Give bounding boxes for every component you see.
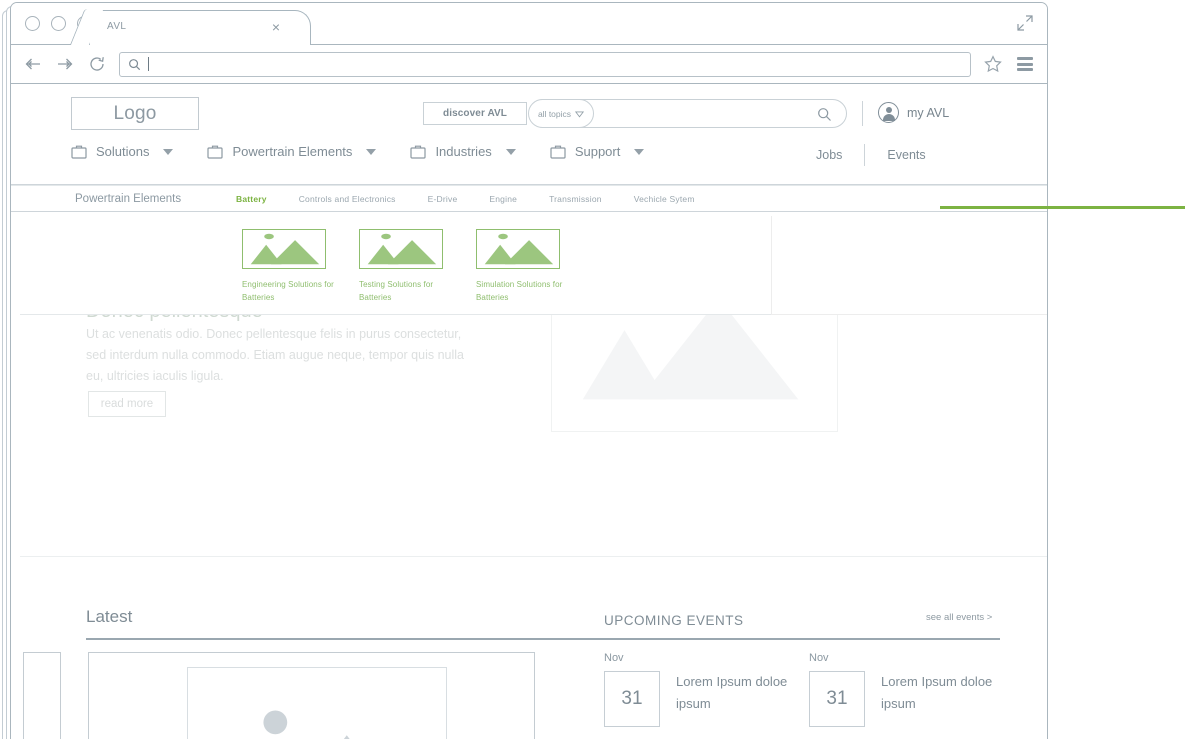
hero-heading-line2: Donec pellentesque [86, 300, 263, 322]
site-search[interactable]: all topics [528, 99, 847, 128]
subnav-item-transmission[interactable]: Transmission [549, 194, 602, 204]
discover-avl-label: discover AVL [443, 108, 507, 119]
subnav-item-engine[interactable]: Engine [489, 194, 517, 204]
event-month: Nov [604, 652, 624, 664]
screenshot-root: AVL × Logo discover AVL all topics my AV… [0, 0, 1200, 739]
event-card[interactable]: Nov 31 Lorem Ipsum doloe ipsum Nulla ac … [809, 652, 1004, 739]
avatar [878, 102, 899, 123]
briefcase-icon [71, 144, 87, 159]
text-cursor [148, 57, 149, 71]
hero-body-text: Ut ac venenatis odio. Donec pellentesque… [86, 327, 464, 383]
discover-avl-button[interactable]: discover AVL [423, 102, 527, 125]
latest-card[interactable] [88, 652, 535, 739]
close-window-button[interactable] [25, 16, 40, 31]
subnav-item-e-drive[interactable]: E-Drive [428, 194, 458, 204]
read-more-label: read more [100, 398, 154, 410]
carousel-card-peek[interactable] [23, 652, 61, 739]
briefcase-icon [207, 144, 224, 159]
hero-image-placeholder [551, 250, 838, 432]
nav-label: Solutions [96, 144, 150, 159]
see-all-events-link[interactable]: see all events > [926, 612, 992, 623]
nav-item-support[interactable]: Support [550, 144, 645, 159]
event-day: 31 [604, 671, 660, 727]
chevron-down-icon [163, 148, 174, 155]
hero-heading: Ut ac venenatis . Donec pellentesque [86, 271, 263, 325]
browser-tabstrip: AVL × [11, 3, 1047, 46]
subnav-links: Battery Controls and Electronics E-Drive… [236, 194, 695, 204]
maximize-icon[interactable] [1015, 13, 1035, 33]
subnav-item-controls-and-electronics[interactable]: Controls and Electronics [299, 194, 396, 204]
minimize-window-button[interactable] [51, 16, 66, 31]
search-submit-icon[interactable] [817, 107, 832, 122]
site-header: Logo discover AVL all topics my AVL Solu… [11, 84, 1047, 184]
nav-item-jobs[interactable]: Jobs [816, 148, 842, 162]
hamburger-menu-icon[interactable] [1015, 56, 1035, 72]
primary-nav: Solutions Powertrain Elements Industries… [71, 144, 645, 159]
browser-window: AVL × Logo discover AVL all topics my AV… [10, 2, 1048, 739]
accent-line [940, 206, 1185, 209]
address-bar[interactable] [119, 51, 971, 77]
nav-item-industries[interactable]: Industries [410, 144, 516, 159]
page-viewport: Logo discover AVL all topics my AVL Solu… [11, 84, 1047, 739]
subnav-item-battery[interactable]: Battery [236, 194, 267, 204]
briefcase-icon [550, 144, 566, 159]
my-avl-label: my AVL [907, 105, 950, 120]
nav-item-solutions[interactable]: Solutions [71, 144, 174, 159]
chevron-down-icon [574, 110, 585, 118]
subnav-item-vehicle-system[interactable]: Vechicle Sytem [634, 194, 695, 204]
topics-filter-dropdown[interactable]: all topics [528, 99, 594, 128]
site-logo[interactable]: Logo [71, 97, 199, 130]
nav-label: Industries [435, 144, 492, 159]
section-rule [86, 638, 1000, 640]
nav-label: Support [574, 144, 621, 159]
nav-divider [864, 144, 866, 166]
search-icon [128, 58, 141, 71]
chevron-down-icon [505, 148, 516, 155]
subnav-title: Powertrain Elements [75, 192, 182, 205]
my-avl-account-link[interactable]: my AVL [878, 102, 949, 123]
back-arrow-icon[interactable] [23, 54, 43, 74]
forward-arrow-icon[interactable] [55, 54, 75, 74]
tab-label: AVL [107, 21, 127, 32]
event-day: 31 [809, 671, 865, 727]
reload-icon[interactable] [87, 54, 107, 74]
event-title: Lorem Ipsum doloe ipsum [676, 674, 788, 711]
nav-label: Powertrain Elements [232, 144, 353, 159]
header-divider [862, 101, 863, 126]
upcoming-events-heading: UPCOMING EVENTS [604, 613, 744, 628]
secondary-nav: Jobs Events [816, 144, 926, 166]
logo-text: Logo [113, 102, 157, 124]
briefcase-icon [410, 144, 427, 159]
star-icon[interactable] [983, 54, 1003, 74]
browser-tab[interactable]: AVL × [89, 10, 311, 46]
event-month: Nov [809, 652, 829, 664]
close-icon[interactable]: × [272, 20, 280, 34]
event-card[interactable]: Nov 31 Lorem Ipsum doloe ipsum Nulla ac … [604, 652, 799, 739]
nav-item-events[interactable]: Events [887, 148, 925, 162]
topics-filter-label: all topics [537, 108, 572, 119]
nav-item-powertrain-elements[interactable]: Powertrain Elements [207, 144, 377, 159]
image-placeholder [187, 667, 447, 739]
lower-section: Latest UPCOMING EVENTS see all events > [11, 557, 1047, 739]
hero-heading-line1: Ut ac venenatis . [86, 273, 235, 295]
chevron-down-icon [366, 148, 377, 155]
read-more-button[interactable]: read more [88, 391, 166, 417]
event-title: Lorem Ipsum doloe ipsum [881, 674, 993, 711]
browser-toolbar [11, 45, 1047, 84]
latest-heading: Latest [86, 607, 133, 626]
chevron-down-icon [634, 148, 645, 155]
subnav-bar: Powertrain Elements Battery Controls and… [11, 184, 1047, 212]
